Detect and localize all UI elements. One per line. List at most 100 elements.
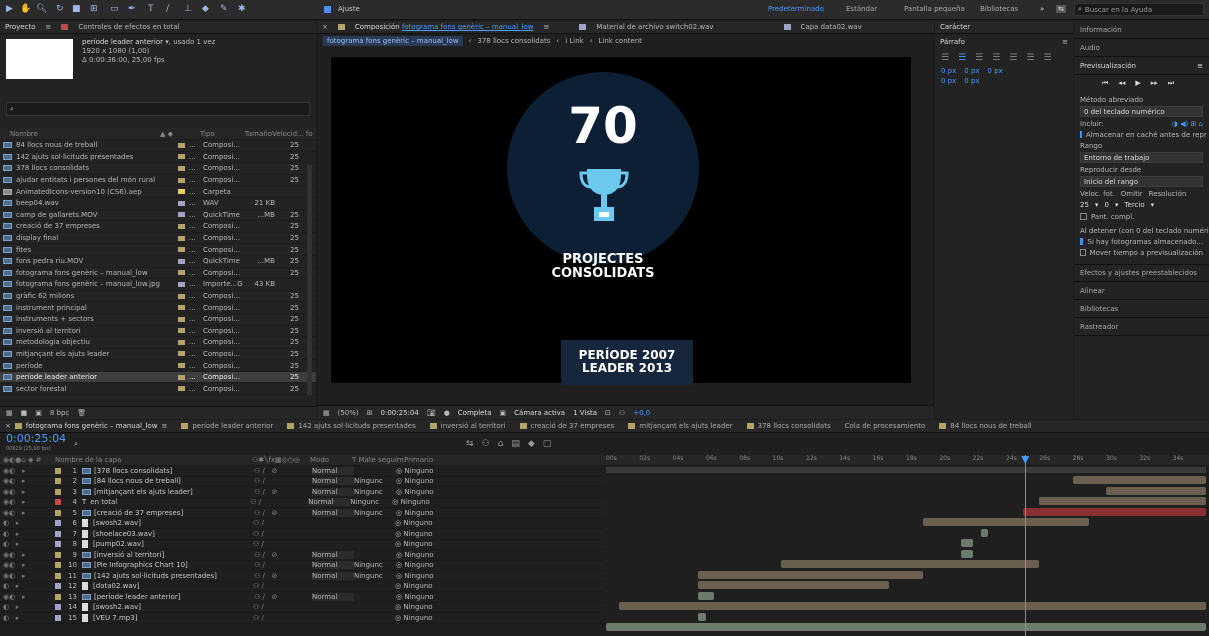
workspace-small-screen[interactable]: Pantalla pequeña: [904, 5, 965, 13]
prev-frame-icon[interactable]: ◂◂: [1118, 79, 1125, 87]
tab-composition[interactable]: Composición fotograma fons genèric – man…: [355, 23, 534, 31]
project-item[interactable]: fons pedra riu.MOV... QuickTime ...MB 25: [0, 256, 316, 268]
align-right-icon[interactable]: ☰: [975, 53, 983, 63]
close-icon[interactable]: ×: [322, 23, 328, 31]
av-switch-icon[interactable]: ◐ ▸: [0, 530, 55, 538]
layer-duration-bar[interactable]: [697, 591, 715, 600]
layer-row[interactable]: ◉◐ ▸ 10 [Pie Infographics Chart 10] ⚇ ∕ Norm…: [0, 561, 604, 571]
layer-row[interactable]: ◐ ▸ 12 [data02.wav] ⚇ ∕ ◎ Ninguno: [0, 582, 604, 592]
timeline-tab[interactable]: 84 llocs nous de treball: [939, 422, 1032, 430]
new-folder-icon[interactable]: ■: [21, 409, 28, 417]
tab-footage[interactable]: Material de archivo switch02.wav: [596, 23, 713, 31]
timeline-tab[interactable]: mitjançant els ajuts leader: [628, 422, 733, 430]
label-color[interactable]: [178, 258, 185, 264]
indent-first-field[interactable]: 0 px: [964, 67, 979, 75]
layer-label-color[interactable]: [55, 583, 61, 590]
layer-duration-bar[interactable]: [1106, 486, 1206, 495]
av-switch-icon[interactable]: ◉◐ ▸: [0, 572, 55, 580]
layer-row[interactable]: ◉◐ ▸ 4 Ten total ⚇ ∕ Normal Ningunc ◎ Ninguno: [0, 498, 604, 508]
more-workspaces-icon[interactable]: »: [1040, 5, 1044, 13]
label-color[interactable]: [178, 374, 185, 380]
layer-duration-bar[interactable]: [981, 528, 988, 537]
menu-icon[interactable]: ≡: [544, 23, 550, 31]
timeline-tab[interactable]: període leader anterior: [181, 422, 273, 430]
label-color[interactable]: [178, 316, 185, 322]
av-switch-icon[interactable]: ◉◐ ▸: [0, 509, 55, 517]
label-color[interactable]: [178, 235, 185, 241]
stop-option-1-checkbox[interactable]: [1080, 238, 1084, 245]
layer-switches-icon[interactable]: ⚇ ∕: [253, 603, 311, 611]
align-left-icon[interactable]: ☰: [941, 53, 949, 63]
av-switch-icon[interactable]: ◉◐ ▸: [0, 477, 55, 485]
layer-label-color[interactable]: [55, 614, 61, 621]
layer-switches-icon[interactable]: ⚇ ∕ ⊘: [254, 551, 312, 559]
label-color[interactable]: [178, 212, 185, 218]
timeline-tab[interactable]: 142 ajuts sol·licituds presentades: [287, 422, 416, 430]
av-switch-icon[interactable]: ◐ ▸: [0, 614, 55, 622]
last-frame-icon[interactable]: ⏭: [1168, 79, 1174, 88]
space-after-field[interactable]: 0 px: [964, 77, 979, 85]
zoom-tool-icon[interactable]: 🔍︎: [36, 4, 47, 16]
layer-switches-icon[interactable]: ⚇✱╲fx▦◎◷◎: [252, 456, 310, 464]
layer-duration-bar[interactable]: [1022, 507, 1206, 516]
project-item[interactable]: instrument principal... Composi... 25: [0, 302, 316, 314]
timeline-tab[interactable]: inversió al territori: [429, 422, 506, 430]
workspace-default[interactable]: Predeterminado: [768, 5, 824, 13]
column-type[interactable]: Tipo: [200, 130, 244, 138]
layer-duration-bar[interactable]: [961, 539, 973, 547]
pen-tool-icon[interactable]: ✒: [128, 4, 136, 16]
resolution-select[interactable]: Tercio: [1124, 201, 1144, 209]
project-item[interactable]: període... Composi... 25: [0, 360, 316, 372]
label-color[interactable]: [178, 142, 185, 148]
indent-left-field[interactable]: 0 px: [941, 67, 956, 75]
timeline-tab[interactable]: × fotograma fons genèric – manual_low ≡: [5, 422, 167, 430]
exposure-value[interactable]: +0,0: [633, 409, 650, 417]
views-select[interactable]: 1 Vista: [573, 409, 597, 417]
tab-project[interactable]: Proyecto: [5, 23, 35, 31]
play-from-select[interactable]: Inicio del rango: [1080, 176, 1203, 187]
layer-switches-icon[interactable]: ⚇ ∕: [254, 477, 312, 485]
breadcrumb-item-ilink[interactable]: i Link: [565, 37, 584, 45]
av-switch-icon[interactable]: ◉◐ ▸: [0, 498, 55, 506]
layer-row[interactable]: ◉◐ ▸ 11 [142 ajuts sol·licituds presentade…: [0, 571, 604, 582]
layer-switches-icon[interactable]: ⚇ ∕ ⊘: [254, 467, 312, 475]
project-item[interactable]: camp de gallarets.MOV... QuickTime ...MB 25: [0, 210, 316, 222]
column-fps[interactable]: Velocid... fo: [272, 130, 313, 138]
column-layer-name[interactable]: Nombre de la capa: [55, 456, 252, 464]
layer-switches-icon[interactable]: ⚇ ∕ ⊘: [254, 509, 312, 517]
layer-row[interactable]: ◐ ▸ 6 [swosh2.wav] ⚇ ∕ ◎ Ninguno: [0, 519, 604, 529]
menu-icon[interactable]: ≡: [1197, 62, 1203, 70]
project-item[interactable]: 84 llocs nous de treball... Composi... 25: [0, 140, 316, 152]
audio-panel-header[interactable]: Audio: [1074, 39, 1209, 57]
label-color[interactable]: [178, 177, 185, 183]
label-color[interactable]: [178, 165, 185, 171]
layer-duration-bar[interactable]: [1072, 476, 1206, 484]
space-before-field[interactable]: 0 px: [941, 77, 956, 85]
eraser-tool-icon[interactable]: ◆: [202, 4, 209, 16]
av-switch-icon[interactable]: ◉◐ ▸: [0, 551, 55, 559]
label-color[interactable]: [178, 270, 185, 276]
breadcrumb-item-378[interactable]: 378 llocs consolidats: [477, 37, 550, 45]
cache-checkbox[interactable]: [1080, 131, 1082, 138]
layer-label-color[interactable]: [55, 604, 61, 611]
tab-paragraph[interactable]: Párrafo: [940, 38, 965, 46]
first-frame-icon[interactable]: ⏮: [1102, 79, 1108, 88]
label-color[interactable]: [178, 363, 185, 369]
align-center-icon[interactable]: ☰: [958, 53, 966, 63]
layer-duration-bar[interactable]: [619, 602, 1206, 610]
layer-label-color[interactable]: [55, 572, 61, 579]
frame-rate-select[interactable]: 25: [1080, 201, 1089, 209]
snapshot-icon[interactable]: 📷︎: [427, 409, 436, 417]
type-tool-icon[interactable]: T: [148, 4, 154, 16]
av-switch-icon[interactable]: ◉◐ ▸: [0, 593, 55, 601]
layer-label-color[interactable]: [55, 520, 61, 527]
layout-icon[interactable]: ⊡: [605, 409, 611, 417]
label-color[interactable]: [178, 328, 185, 334]
indent-right-field[interactable]: 0 px: [988, 67, 1003, 75]
layer-switches-icon[interactable]: ⚇ ∕ ⊘: [254, 593, 312, 601]
roto-tool-icon[interactable]: ✎: [220, 4, 228, 16]
selection-tool-icon[interactable]: ▶: [6, 4, 13, 16]
layer-duration-bar[interactable]: [697, 570, 923, 579]
label-color[interactable]: [178, 386, 185, 392]
label-color[interactable]: [178, 293, 185, 299]
